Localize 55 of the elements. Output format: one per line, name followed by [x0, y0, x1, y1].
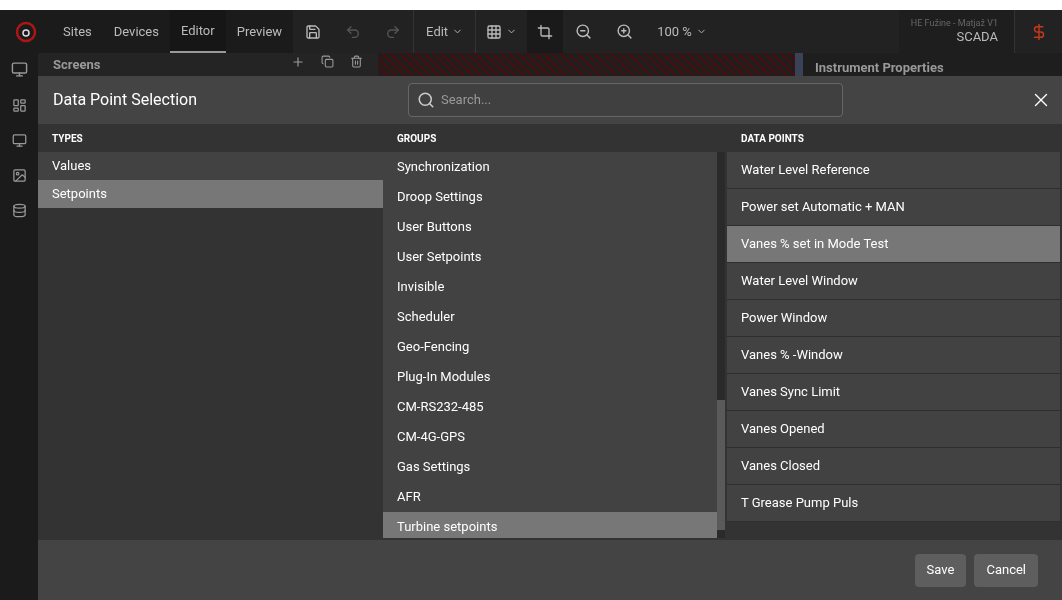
list-item[interactable]: Power Window: [727, 300, 1060, 337]
list-item[interactable]: Vanes Sync Limit: [727, 374, 1060, 411]
search-input[interactable]: Search...: [441, 90, 834, 110]
grid-icon[interactable]: [486, 23, 503, 40]
nav-tab[interactable]: Editor: [169, 10, 226, 53]
search-field[interactable]: Search...: [408, 83, 843, 117]
list-item[interactable]: AFR: [383, 482, 717, 512]
screens-title: Screens: [53, 56, 101, 74]
list-item[interactable]: Vanes Opened: [727, 411, 1060, 448]
project-name: HE Fužine - Matjaž V1: [910, 17, 998, 29]
display-icon[interactable]: [11, 133, 27, 148]
save-icon[interactable]: [305, 23, 322, 40]
list-item[interactable]: Vanes % -Window: [727, 337, 1060, 374]
nav-tab[interactable]: Devices: [102, 10, 170, 53]
list-item[interactable]: User Setpoints: [383, 242, 717, 272]
list-item[interactable]: Invisible: [383, 272, 717, 302]
list-item[interactable]: User Buttons: [383, 212, 717, 242]
zoom-out-icon[interactable]: [575, 23, 593, 40]
list-item[interactable]: Setpoints: [38, 180, 383, 208]
list-item[interactable]: Vanes Closed: [727, 448, 1060, 485]
mode-label: SCADA: [956, 29, 998, 46]
list-item[interactable]: T Grease Pump Puls: [727, 485, 1060, 522]
nav-tab[interactable]: Preview: [225, 10, 294, 53]
monitor-icon[interactable]: [10, 61, 28, 78]
zoom-menu[interactable]: 100 %: [645, 21, 719, 42]
dialog-button[interactable]: Cancel: [974, 553, 1038, 587]
list-item[interactable]: Turbine setpoints: [383, 512, 717, 538]
list-item[interactable]: CM-RS232-485: [383, 392, 717, 422]
list-item[interactable]: Gas Settings: [383, 452, 717, 482]
list-item[interactable]: CM-4G-GPS: [383, 422, 717, 452]
dashboard-icon[interactable]: [11, 98, 27, 113]
list-item[interactable]: Vanes % set in Mode Test: [727, 226, 1060, 263]
dialog-button[interactable]: Save: [914, 553, 967, 587]
list-item[interactable]: Power set Automatic + MAN: [727, 189, 1060, 226]
list-item[interactable]: Values: [38, 152, 383, 180]
copy-icon[interactable]: [321, 55, 334, 68]
list-item[interactable]: Scheduler: [383, 302, 717, 332]
list-item[interactable]: Plug-In Modules: [383, 362, 717, 392]
crop-icon[interactable]: [537, 23, 554, 40]
list-item[interactable]: Water Level Reference: [727, 152, 1060, 189]
search-icon: [417, 91, 435, 109]
dialog-title: Data Point Selection: [53, 89, 198, 111]
list-item[interactable]: Droop Settings: [383, 182, 717, 212]
logo-icon[interactable]: [15, 20, 37, 43]
list-item[interactable]: Geo-Fencing: [383, 332, 717, 362]
database-icon[interactable]: [11, 203, 27, 218]
zoom-in-icon[interactable]: [616, 23, 634, 40]
list-item[interactable]: Synchronization: [383, 152, 717, 182]
list-item[interactable]: Water Level Window: [727, 263, 1060, 300]
scrollbar[interactable]: [795, 53, 803, 76]
nav-tab[interactable]: Sites: [52, 10, 103, 53]
properties-title: Instrument Properties: [815, 60, 944, 75]
scrollbar[interactable]: [717, 152, 725, 538]
add-icon[interactable]: [291, 55, 305, 69]
delete-icon[interactable]: [350, 55, 363, 68]
